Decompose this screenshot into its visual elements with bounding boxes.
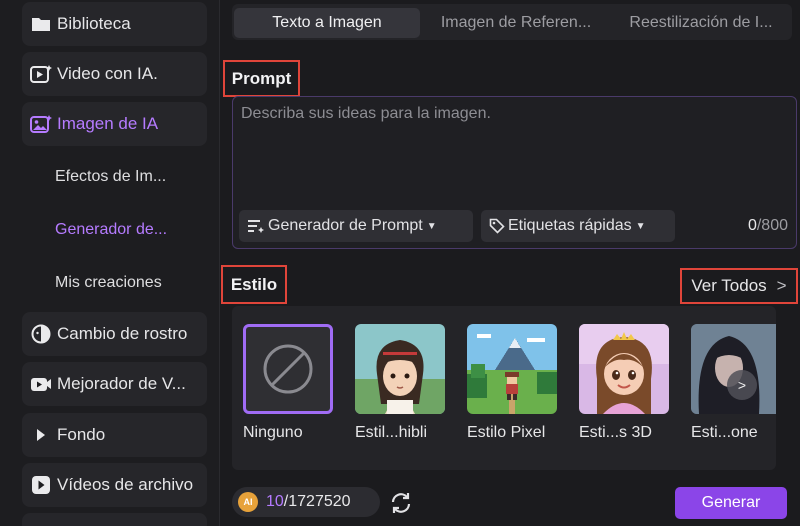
style-name: Esti...s 3D: [579, 424, 652, 441]
tab-imagen-referencia[interactable]: Imagen de Referen...: [424, 8, 608, 38]
sidebar-item-biblioteca[interactable]: Biblioteca: [22, 2, 207, 46]
video-enhance-icon: [30, 373, 52, 395]
sidebar-item-videos-archivo[interactable]: Vídeos de archivo: [22, 463, 207, 507]
quick-tags-label: Etiquetas rápidas: [508, 217, 632, 234]
portrait-style-thumbnail: [691, 324, 776, 414]
sidebar-item-label: Video con IA.: [57, 64, 158, 83]
ai-credits-icon: AI: [238, 492, 258, 512]
style-name: Estil...hibli: [355, 424, 428, 441]
prompt-box: Generador de Prompt ▼ Etiquetas rápidas …: [232, 96, 797, 249]
style-card-partial[interactable]: [691, 324, 776, 414]
character-max: /800: [756, 217, 788, 234]
style-card-none[interactable]: [243, 324, 333, 414]
caret-down-icon: ▼: [635, 220, 646, 232]
sidebar-item-label: Vídeos de archivo: [57, 475, 194, 494]
prompt-list-icon: [247, 219, 265, 233]
sidebar-item-cambio-rostro[interactable]: Cambio de rostro: [22, 312, 207, 356]
sidebar-subitem-label: Mis creaciones: [55, 274, 162, 291]
prompt-input[interactable]: [241, 105, 786, 200]
folder-icon: [30, 13, 52, 35]
sidebar-subitem-label: Efectos de Im...: [55, 168, 167, 185]
stock-video-icon: [30, 474, 52, 496]
see-all-button[interactable]: Ver Todos >: [680, 268, 798, 304]
image-ai-icon: [30, 113, 52, 135]
sidebar-item-partial: [22, 513, 207, 526]
sidebar-item-label: Fondo: [57, 425, 106, 444]
video-ai-icon: [30, 63, 52, 85]
refresh-credits-button[interactable]: [388, 490, 414, 516]
sidebar-item-label: Biblioteca: [57, 14, 131, 33]
pixel-style-thumbnail: [467, 324, 557, 414]
character-counter: 0/800: [748, 217, 788, 235]
sidebar-item-imagen-ia[interactable]: Imagen de IA: [22, 102, 207, 146]
carousel-next-button[interactable]: >: [727, 370, 757, 400]
style-carousel: Ninguno Estil...hibli Estilo Pixel Esti.…: [232, 306, 776, 470]
sidebar-item-mejorador[interactable]: Mejorador de V...: [22, 362, 207, 406]
style-card-pixel[interactable]: [467, 324, 557, 414]
sidebar: Biblioteca Video con IA. Imagen de IA Ef…: [0, 0, 220, 526]
sidebar-subitem-efectos[interactable]: Efectos de Im...: [55, 162, 205, 192]
sidebar-item-label: Mejorador de V...: [57, 374, 186, 393]
tag-icon: [489, 218, 505, 234]
sidebar-subitem-generador[interactable]: Generador de...: [55, 215, 205, 245]
refresh-icon: [391, 493, 411, 513]
sidebar-item-label: Cambio de rostro: [57, 324, 188, 343]
tab-reestilizacion[interactable]: Reestilización de I...: [614, 8, 788, 38]
style-label: Estilo: [221, 265, 287, 304]
face-swap-icon: [30, 323, 52, 345]
no-style-icon: [263, 344, 313, 394]
see-all-label: Ver Todos: [691, 276, 767, 295]
style-card-ghibli[interactable]: [355, 324, 445, 414]
ghibli-style-thumbnail: [355, 324, 445, 414]
tab-texto-a-imagen[interactable]: Texto a Imagen: [234, 8, 420, 38]
prompt-generator-label: Generador de Prompt: [268, 217, 423, 234]
generate-button[interactable]: Generar: [675, 487, 787, 519]
sidebar-item-label: Imagen de IA: [57, 114, 159, 133]
chevron-right-icon: >: [776, 276, 787, 295]
prompt-label: Prompt: [223, 60, 300, 97]
caret-down-icon: ▼: [426, 220, 437, 232]
style-name: Esti...one: [691, 424, 758, 441]
style-name: Estilo Pixel: [467, 424, 546, 441]
character-count: 0: [747, 217, 757, 234]
mode-tabbar: Texto a Imagen Imagen de Referen... Rees…: [232, 4, 792, 40]
prompt-generator-button[interactable]: Generador de Prompt ▼: [239, 210, 473, 242]
chevron-right-icon: >: [737, 377, 747, 393]
style-name: Ninguno: [243, 424, 303, 441]
style-card-3d[interactable]: [579, 324, 669, 414]
3d-style-thumbnail: [579, 324, 669, 414]
credits-used: 10: [266, 493, 284, 510]
sidebar-subitem-mis-creaciones[interactable]: Mis creaciones: [55, 268, 205, 298]
quick-tags-button[interactable]: Etiquetas rápidas ▼: [481, 210, 675, 242]
play-triangle-icon: [30, 424, 52, 446]
credits-total: /1727520: [283, 493, 351, 510]
sidebar-subitem-label: Generador de...: [55, 221, 168, 238]
sidebar-item-video-ia[interactable]: Video con IA.: [22, 52, 207, 96]
sidebar-item-fondo[interactable]: Fondo: [22, 413, 207, 457]
credits-counter: AI 10/1727520: [232, 487, 380, 517]
